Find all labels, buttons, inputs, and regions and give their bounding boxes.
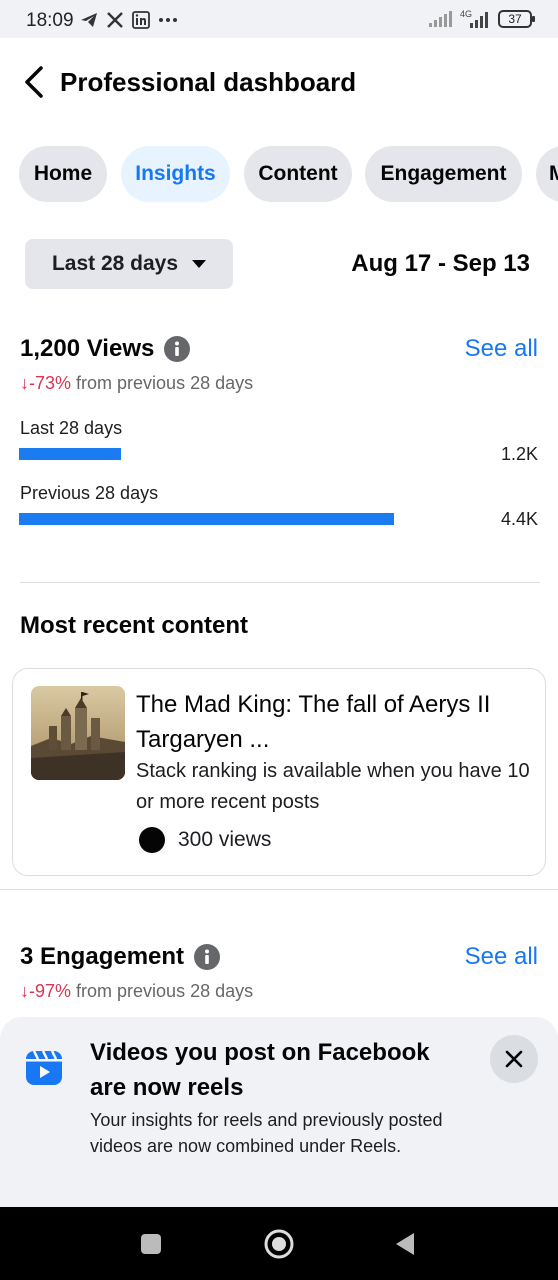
recent-content-card[interactable]: The Mad King: The fall of Aerys II Targa…: [12, 668, 546, 876]
bar-label-last: Last 28 days: [20, 418, 123, 438]
app-header: Professional dashboard: [0, 38, 558, 128]
date-range: Aug 17 - Sep 13: [351, 250, 530, 277]
tab-content[interactable]: Content: [244, 146, 352, 202]
back-nav-button[interactable]: [370, 1207, 440, 1280]
engagement-heading: 3 Engagement: [20, 943, 221, 971]
section-divider: [20, 582, 540, 583]
views-delta-text: from previous 28 days: [71, 373, 254, 393]
engagement-title: 3 Engagement: [20, 943, 185, 970]
post-title-line-2: Targaryen ...: [136, 726, 270, 753]
info-icon[interactable]: [164, 336, 191, 362]
bar-value-previous: 4.4K: [500, 509, 538, 529]
post-thumbnail: [31, 686, 125, 780]
reels-icon: [24, 1047, 64, 1092]
telegram-icon: [80, 9, 98, 31]
recent-heading: Most recent content: [20, 612, 249, 639]
banner-body: Your insights for reels and previously p…: [90, 1110, 443, 1156]
engagement-see-all-link[interactable]: See all: [465, 943, 538, 971]
views-bar-last: [19, 448, 121, 460]
back-button[interactable]: [18, 64, 50, 100]
notification-icons: [80, 9, 178, 31]
bar-value-last: 1.2K: [500, 444, 538, 464]
views-see-all-link[interactable]: See all: [465, 335, 538, 363]
home-button[interactable]: [244, 1207, 314, 1280]
tab-home[interactable]: Home: [19, 146, 107, 202]
recents-button[interactable]: [116, 1207, 186, 1280]
more-dots-icon: [158, 9, 178, 31]
triangle-back-icon: [396, 1232, 414, 1255]
engagement-delta-value: ↓-97%: [20, 981, 72, 1001]
bar-label-previous: Previous 28 days: [20, 483, 159, 503]
network-label: 4G: [460, 9, 472, 19]
tab-insights[interactable]: Insights: [121, 146, 230, 202]
chevron-left-icon: [25, 66, 43, 98]
status-bar: 18:09 4G 37: [0, 0, 558, 38]
views-bar-previous: [19, 513, 394, 525]
system-icons: 4G 37: [428, 8, 535, 30]
post-subtitle: Stack ranking is available when you have…: [136, 760, 530, 813]
system-navigation-bar: [0, 1207, 558, 1280]
post-views: 300 views: [178, 828, 272, 851]
views-title: 1,200 Views: [20, 335, 155, 362]
banner-title: Videos you post on Facebook are now reel…: [90, 1039, 430, 1101]
section-divider: [0, 889, 558, 890]
engagement-delta-text: from previous 28 days: [71, 981, 254, 1001]
circle-home-icon: [264, 1229, 294, 1258]
engagement-delta: ↓-97% from previous 28 days: [20, 981, 253, 1002]
close-icon: [505, 1050, 523, 1068]
network-4g-icon: 4G: [458, 8, 492, 30]
linkedin-icon: [132, 9, 150, 31]
date-filter-label: Last 28 days: [51, 252, 179, 275]
caret-down-icon: [192, 260, 207, 268]
battery-icon: 37: [498, 10, 535, 28]
post-title: The Mad King: The fall of Aerys II Targa…: [136, 687, 536, 757]
date-filter-dropdown[interactable]: Last 28 days: [25, 239, 233, 289]
views-heading: 1,200 Views: [20, 335, 191, 363]
page-title: Professional dashboard: [60, 67, 357, 97]
close-banner-button[interactable]: [490, 1035, 538, 1083]
square-icon: [141, 1233, 161, 1254]
status-time: 18:09: [26, 10, 74, 31]
views-delta: ↓-73% from previous 28 days: [20, 373, 253, 394]
reels-notice-banner: Videos you post on Facebook are now reel…: [0, 1017, 558, 1207]
tab-engagement[interactable]: Engagement: [365, 146, 522, 202]
views-delta-value: ↓-73%: [20, 373, 72, 393]
x-icon: [106, 9, 124, 31]
signal-icon: [428, 8, 452, 30]
views-dot-icon: [139, 827, 165, 853]
tab-bar: Home Insights Content Engagement M: [0, 146, 558, 202]
info-icon[interactable]: [194, 944, 221, 970]
post-title-line-1: The Mad King: The fall of Aerys II: [136, 691, 491, 718]
tab-more[interactable]: M: [536, 146, 558, 202]
